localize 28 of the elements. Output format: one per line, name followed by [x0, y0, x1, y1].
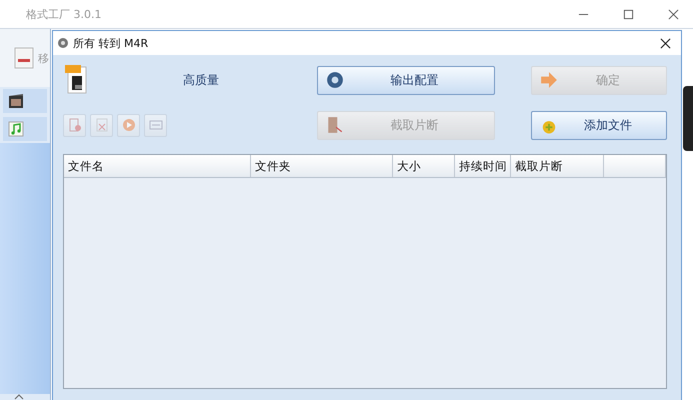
close-icon[interactable] [660, 38, 671, 48]
document-icon [14, 47, 34, 69]
sidebar-label: 移 [38, 50, 49, 66]
scissors-icon [94, 117, 110, 133]
caret-up-icon[interactable] [14, 394, 24, 400]
remove-icon [66, 117, 82, 133]
sidebar-item[interactable] [3, 89, 47, 113]
column-header[interactable]: 截取片断 [511, 155, 604, 177]
music-note-icon [8, 121, 24, 137]
action-button[interactable]: 添加文件 [530, 110, 667, 140]
film-clip-icon [326, 116, 344, 134]
column-header[interactable]: 大小 [393, 155, 455, 177]
window-title: 格式工厂 3.0.1 [26, 6, 102, 22]
column-header[interactable]: 文件名 [64, 155, 251, 177]
app-icon [57, 37, 69, 49]
film-icon [8, 93, 24, 109]
gear-icon [326, 71, 344, 89]
file-format-icon [65, 65, 89, 95]
device-edge-drawing [683, 86, 693, 151]
column-header[interactable]: 持续时间 [455, 155, 511, 177]
action-button[interactable]: 输出配置 [316, 66, 495, 94]
dialog-title: 所有 转到 M4R [73, 36, 148, 50]
close-icon[interactable] [668, 8, 679, 20]
column-header[interactable]: 文件夹 [251, 155, 393, 177]
quality-label: 高质量 [183, 72, 219, 88]
arrow-icon [540, 71, 558, 89]
maximize-icon[interactable] [623, 8, 634, 20]
play-icon [120, 117, 136, 133]
